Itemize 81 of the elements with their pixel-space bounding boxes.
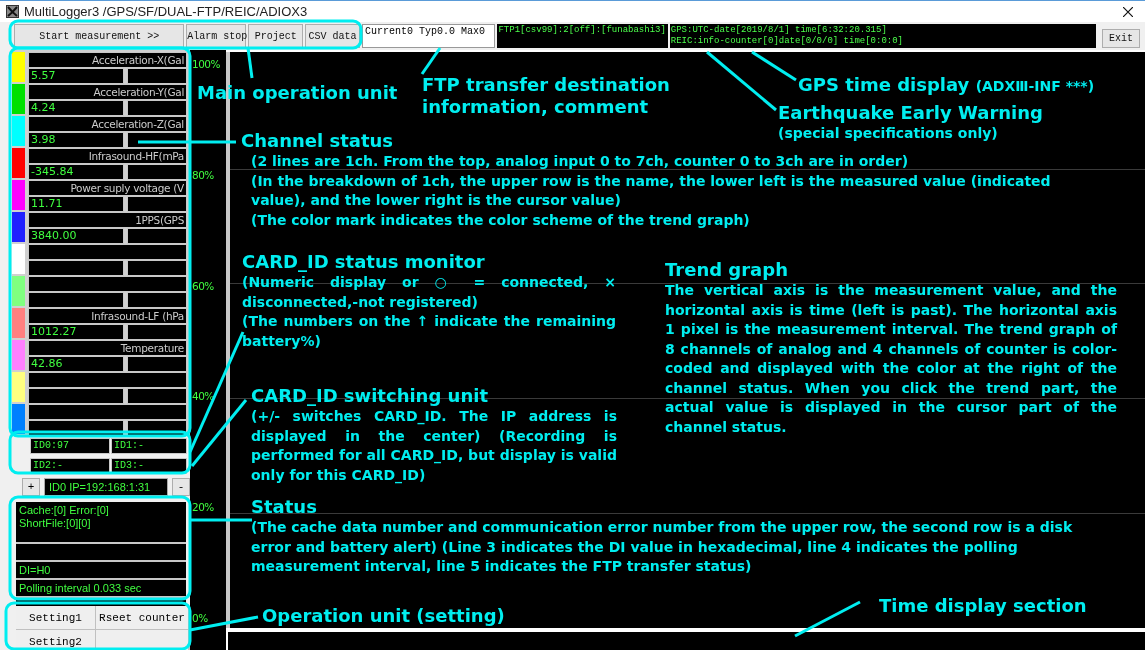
leader-line xyxy=(420,47,442,75)
callout-text: (The color mark indicates the color scheme of the trend graph) xyxy=(251,210,751,230)
channel-value: -345.84 xyxy=(28,164,124,180)
ip-address-display: ID0 IP=192:168:1:31 xyxy=(44,478,168,496)
toolbar-button[interactable]: Project xyxy=(248,24,304,48)
callout-title: Operation unit (setting) xyxy=(262,605,505,626)
channel-value: 11.71 xyxy=(28,196,124,212)
toolbar-button[interactable]: Start measurement >> xyxy=(14,24,185,48)
exit-button[interactable]: Exit xyxy=(1102,29,1140,48)
cursor-value-cell xyxy=(127,356,187,372)
ftp-info: FTP1[csv99]:2[off]:[funabashi3] xyxy=(497,24,668,48)
card-id-status: ID1:- xyxy=(111,438,187,454)
channel-name: Acceleration-X(Gal xyxy=(28,52,187,68)
channel-value: 4.24 xyxy=(28,100,124,116)
cursor-value-cell xyxy=(127,164,187,180)
callout-title: Time display section xyxy=(879,595,1087,616)
setting-button[interactable]: Rseet counter xyxy=(96,606,188,629)
callout-title: FTP transfer destination information, comment xyxy=(422,74,670,117)
callout-text: The vertical axis is the measurement value, and the horizontal axis is time (left is past). The horizontal axis 1 pixel is the measurement interval. The trend graph of 8 channels of analog and 4 channels of counter is color-coded and displayed with the color at the right of the channel status. When you click the trend part, the actual value is displayed in the cursor part of the channel status. xyxy=(665,281,1117,437)
cursor-value-cell xyxy=(127,228,187,244)
cursor-value-cell xyxy=(127,324,187,340)
callout-title: CARD_ID status monitor xyxy=(242,251,485,272)
callout-text: (special specifications only) xyxy=(778,124,999,143)
scale-label: 0% xyxy=(192,612,209,624)
channel-name: Acceleration-Z(Gal xyxy=(28,116,187,132)
app-icon xyxy=(6,5,19,18)
callout-title: Trend graph xyxy=(665,259,788,280)
scale-label: 100% xyxy=(192,58,222,70)
callout-title: Status xyxy=(251,496,317,517)
cursor-value-cell xyxy=(127,388,187,404)
scale-label: 80% xyxy=(192,168,215,181)
cursor-value-cell xyxy=(127,100,187,116)
channel-name: Temperature xyxy=(28,340,187,356)
callout-text: (+/- switches CARD_ID. The IP address is displayed in the center) (Recording is performed for all CARD_ID, but display is valid only for this CARD_ID) xyxy=(251,407,617,485)
minus-button[interactable]: - xyxy=(172,478,190,496)
status-line: Cache:[0] Error:[0] xyxy=(19,504,110,517)
channel-name: Acceleration-Y(Gal xyxy=(28,84,187,100)
callout-text: (The cache data number and communication error number from the upper row, the second row is a disk error and battery alert) (Line 3 indicates the DI value in hexadecimal, line 4 indicates the polling measurement interval, line 5 indicates the FTP transfer status) xyxy=(251,518,1074,576)
leader-line xyxy=(189,615,259,632)
channel-value: 3.98 xyxy=(28,132,124,148)
gps-info-line: REIC:info-counter[0]date[0/0/0] time[0:0:0] xyxy=(670,36,905,47)
callout-title: Earthquake Early Warning xyxy=(778,102,1043,123)
channel-value: 3840.00 xyxy=(28,228,124,244)
window-title: MultiLogger3 /GPS/SF/DUAL-FTP/REIC/ADIOX3 xyxy=(24,4,308,19)
status-line: ShortFile:[0][0] xyxy=(19,517,92,530)
callout-title: CARD_ID switching unit xyxy=(251,385,488,406)
plus-button[interactable]: + xyxy=(22,478,40,496)
cursor-value-cell xyxy=(127,68,187,84)
card-id-status: ID0:97 xyxy=(30,438,110,454)
cursor-value-cell xyxy=(127,292,187,308)
channel-value: 42.86 xyxy=(28,356,124,372)
channel-name: Infrasound-HF(mPa xyxy=(28,148,187,164)
callout-text: (2 lines are 1ch. From the top, analog input 0 to 7ch, counter 0 to 3ch are in order) xyxy=(251,152,910,171)
channel-value: 1012.27 xyxy=(28,324,124,340)
channel-name: 1PPS(GPS xyxy=(28,212,187,228)
cursor-value-cell xyxy=(127,132,187,148)
close-icon[interactable] xyxy=(1123,6,1133,17)
toolbar-button[interactable]: Alarm stop xyxy=(186,24,247,48)
scale-label: 60% xyxy=(192,279,215,292)
measurement-readout: Current0 Typ0.0 Max0 xyxy=(361,24,496,48)
toolbar-button[interactable]: CSV data xyxy=(305,24,360,48)
channel-name: Power suply voltage (V xyxy=(28,180,187,196)
di-status: DI=H0 xyxy=(16,562,186,578)
gps-info-line: GPS:UTC-date[2019/8/1] time[6:32:20.315] xyxy=(670,25,888,36)
scale-label: 20% xyxy=(192,501,215,514)
callout-text: (The numbers on the ↑ indicate the remaining battery%) xyxy=(242,312,616,351)
leader-line xyxy=(794,600,861,638)
callout-note: (ADXⅢ-INF ***) xyxy=(975,78,1095,94)
callout-title: GPS time display xyxy=(798,74,970,95)
channel-value: 5.57 xyxy=(28,68,124,84)
setting-button[interactable]: Setting1 xyxy=(16,606,95,629)
polling-interval: Polling interval 0.033 sec xyxy=(16,580,186,596)
setting-button[interactable]: Setting2 xyxy=(16,630,95,650)
leader-line xyxy=(246,47,254,79)
callout-title: Channel status xyxy=(241,130,394,151)
channel-name: Infrasound-LF (hPa xyxy=(28,308,187,324)
callout-text: (In the breakdown of 1ch, the upper row is the name, the lower left is the measured value (indicated value), and the lower right is the cursor value) xyxy=(251,171,1052,210)
leader-line xyxy=(190,518,252,522)
cursor-value-cell xyxy=(127,196,187,212)
callout-text: (Numeric display or ○ = connected, × disconnected,-not registered) xyxy=(242,273,616,312)
cursor-value-cell xyxy=(127,260,187,276)
